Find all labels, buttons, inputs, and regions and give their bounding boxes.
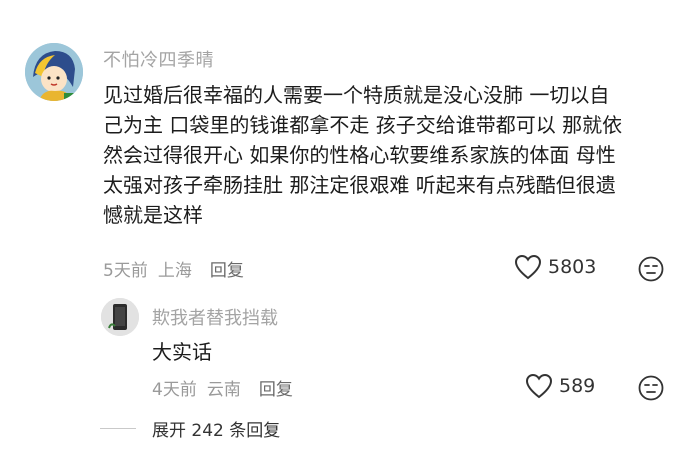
reply-like-button[interactable]: 589	[525, 373, 595, 399]
heart-icon	[525, 373, 553, 399]
frown-face-icon	[638, 256, 664, 282]
reply-reply-button[interactable]: 回复	[259, 375, 293, 400]
comment-line: 然会过得很开心 如果你的性格心软要维系家族的体面 母性	[103, 143, 616, 167]
reply-time: 4天前	[152, 380, 197, 400]
comment-line: 见过婚后很幸福的人需要一个特质就是没心没肺 一切以自	[103, 83, 610, 107]
frown-face-icon	[638, 375, 664, 401]
comment-meta: 5天前 上海 回复	[103, 256, 244, 281]
comment-text: 见过婚后很幸福的人需要一个特质就是没心没肺 一切以自 己为主 口袋里的钱谁都拿不…	[103, 80, 669, 230]
watermark-blur	[290, 426, 400, 450]
reply-button[interactable]: 回复	[210, 256, 244, 281]
expand-replies-label: 展开 242 条回复	[152, 421, 281, 441]
comment-line: 己为主 口袋里的钱谁都拿不走 孩子交给谁带都可以 那就依	[103, 113, 623, 137]
comment-username[interactable]: 不怕冷四季晴	[103, 46, 214, 72]
reply-text: 大实话	[152, 340, 212, 364]
comment-line: 太强对孩子牵肠挂肚 那注定很艰难 听起来有点残酷但很遗	[103, 173, 616, 197]
expand-replies-button[interactable]: 展开 242 条回复	[100, 416, 280, 441]
reply-meta: 4天前 云南 回复	[152, 375, 293, 400]
reply-avatar[interactable]	[101, 298, 139, 336]
dislike-button[interactable]	[637, 255, 665, 287]
like-count: 5803	[548, 256, 597, 278]
reply-username[interactable]: 欺我者替我挡载	[152, 304, 278, 330]
comment-time: 5天前	[103, 261, 148, 281]
avatar-image	[25, 43, 83, 101]
reply-dislike-button[interactable]	[637, 374, 665, 406]
reply-location: 云南	[206, 380, 241, 400]
avatar[interactable]	[25, 43, 83, 101]
comment-line: 憾就是这样	[103, 203, 203, 227]
comment-location: 上海	[157, 261, 192, 281]
reply-avatar-image	[101, 298, 139, 336]
like-button[interactable]: 5803	[514, 254, 596, 280]
heart-icon	[514, 254, 542, 280]
divider	[100, 428, 136, 429]
reply-like-count: 589	[559, 375, 596, 397]
